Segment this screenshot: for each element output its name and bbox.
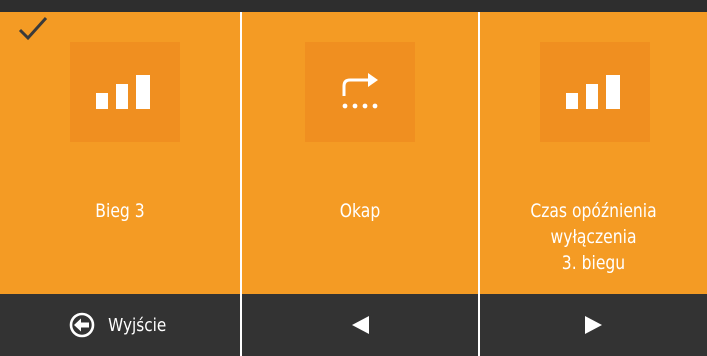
checkmark-icon: [18, 16, 48, 41]
bottom-bar: Wyjście: [0, 294, 707, 356]
screen: Bieg 3 Okap Czas opóźnienia wyłączenia 3…: [0, 0, 707, 356]
tile-okap[interactable]: Okap: [242, 12, 478, 294]
exit-arrow-icon: [69, 312, 95, 338]
tile-bieg-3[interactable]: Bieg 3: [0, 12, 240, 294]
tile-label-line: Okap: [339, 200, 381, 222]
tile-label-line: 3. biegu: [561, 252, 626, 274]
triangle-left-icon: [352, 316, 369, 334]
tile-label-line: wyłączenia: [550, 226, 637, 248]
option-tiles: Bieg 3 Okap Czas opóźnienia wyłączenia 3…: [0, 12, 707, 294]
prev-button[interactable]: [242, 294, 478, 356]
exit-label: Wyjście: [107, 314, 167, 336]
tile-label-line: Bieg 3: [95, 200, 145, 222]
tile-delay-time[interactable]: Czas opóźnienia wyłączenia 3. biegu: [480, 12, 707, 294]
tile-label: Bieg 3: [22, 198, 219, 224]
tile-label-line: Czas opóźnienia: [530, 200, 657, 222]
tile-label: Okap: [263, 198, 457, 224]
signal-bars-icon: [70, 42, 180, 142]
redirect-arrow-icon: [305, 42, 415, 142]
signal-bars-icon: [540, 42, 650, 142]
triangle-right-icon: [584, 316, 602, 334]
tile-label: Czas opóźnienia wyłączenia 3. biegu: [500, 198, 686, 276]
next-button[interactable]: [480, 294, 707, 356]
exit-button[interactable]: Wyjście: [0, 294, 240, 356]
